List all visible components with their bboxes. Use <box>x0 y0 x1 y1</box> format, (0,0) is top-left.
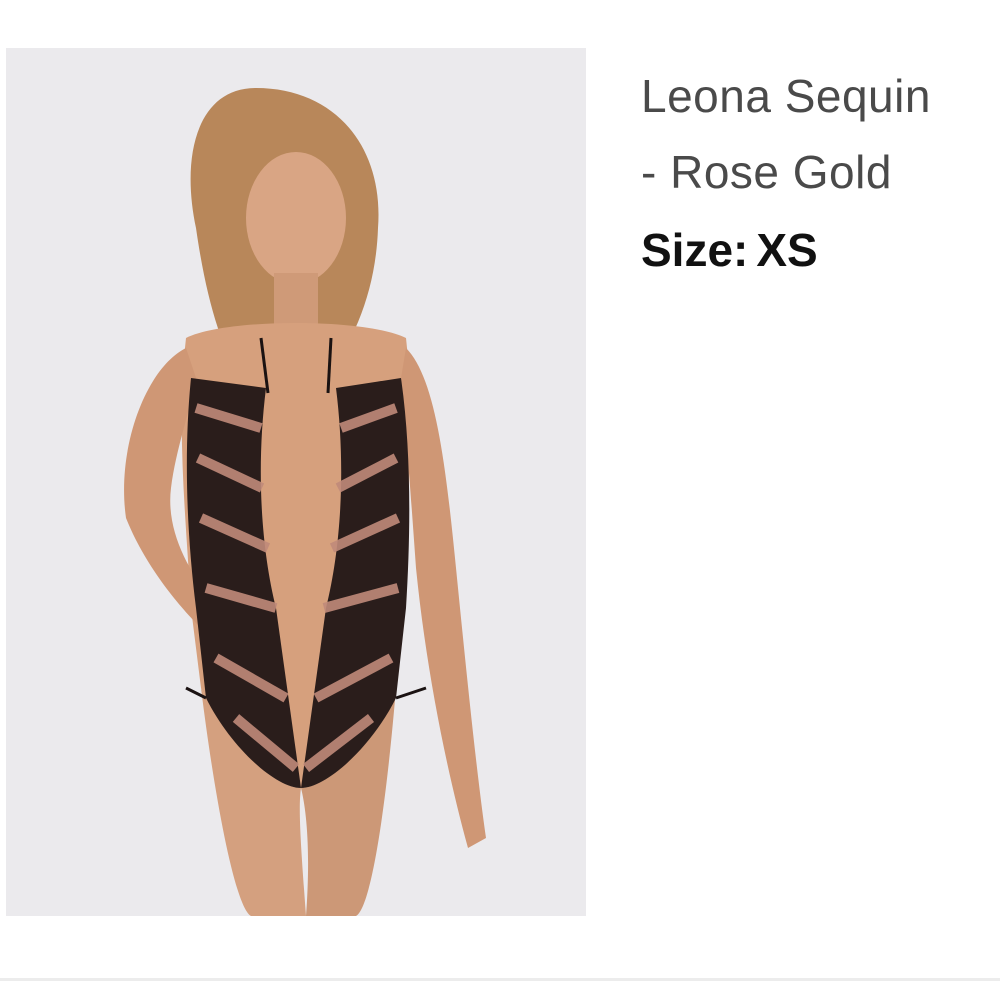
size-label: Size: <box>641 224 749 276</box>
size-row: Size: XS <box>641 220 996 280</box>
product-info: Leona Sequin - Rose Gold Size: XS <box>641 58 996 280</box>
product-title-line1: Leona Sequin <box>641 70 931 122</box>
product-title[interactable]: Leona Sequin - Rose Gold <box>641 58 996 210</box>
size-value: XS <box>756 224 818 276</box>
product-title-line2: - Rose Gold <box>641 146 892 198</box>
product-image[interactable] <box>6 48 586 916</box>
product-photo-placeholder-icon <box>6 48 586 916</box>
cart-item-card: Leona Sequin - Rose Gold Size: XS <box>0 0 1000 1000</box>
bottom-divider <box>0 978 1000 981</box>
